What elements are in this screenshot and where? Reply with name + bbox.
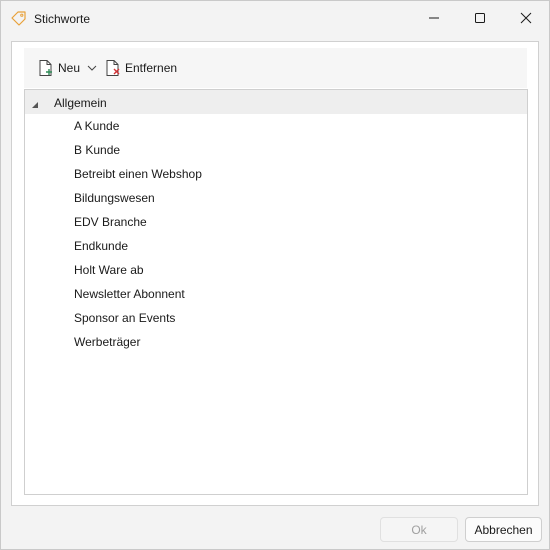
remove-button-label: Entfernen — [125, 61, 178, 75]
ok-button[interactable]: Ok — [380, 517, 458, 542]
new-dropdown-button[interactable] — [86, 62, 98, 74]
tree-item[interactable]: EDV Branche — [74, 212, 147, 232]
dialog-footer: Ok Abbrechen — [1, 513, 549, 549]
maximize-button[interactable] — [457, 1, 503, 35]
remove-button[interactable]: Entfernen — [104, 57, 177, 79]
new-document-icon — [39, 60, 52, 76]
tree-item[interactable]: Werbeträger — [74, 332, 140, 352]
tag-icon — [10, 10, 28, 28]
dialog-window: Stichworte Neu Entfernen Allgemein A Kun… — [0, 0, 550, 550]
window-title: Stichworte — [34, 12, 91, 26]
tree-item[interactable]: Betreibt einen Webshop — [74, 164, 202, 184]
expanded-triangle-icon[interactable] — [31, 98, 39, 108]
remove-document-icon — [106, 60, 120, 76]
tree-item[interactable]: Sponsor an Events — [74, 308, 175, 328]
title-bar[interactable]: Stichworte — [1, 1, 549, 37]
content-panel: Neu Entfernen Allgemein A Kunde B Kunde … — [11, 41, 539, 506]
minimize-button[interactable] — [411, 1, 457, 35]
toolbar: Neu Entfernen — [24, 48, 527, 88]
tree-item[interactable]: A Kunde — [74, 116, 119, 136]
tree-item[interactable]: Bildungswesen — [74, 188, 155, 208]
cancel-button[interactable]: Abbrechen — [465, 517, 542, 542]
tree-item[interactable]: Holt Ware ab — [74, 260, 144, 280]
close-icon — [520, 12, 532, 24]
chevron-down-icon — [87, 65, 97, 71]
keyword-tree[interactable]: Allgemein A Kunde B Kunde Betreibt einen… — [24, 89, 528, 495]
minimize-icon — [429, 17, 439, 19]
new-button[interactable]: Neu — [37, 57, 80, 79]
close-button[interactable] — [503, 1, 549, 35]
maximize-icon — [475, 13, 485, 23]
tree-item[interactable]: Newsletter Abonnent — [74, 284, 185, 304]
tree-node-label: Allgemein — [54, 96, 107, 110]
tree-item[interactable]: B Kunde — [74, 140, 120, 160]
tree-item[interactable]: Endkunde — [74, 236, 128, 256]
tree-node-allgemein[interactable]: Allgemein — [25, 90, 527, 114]
new-button-label: Neu — [58, 61, 81, 75]
